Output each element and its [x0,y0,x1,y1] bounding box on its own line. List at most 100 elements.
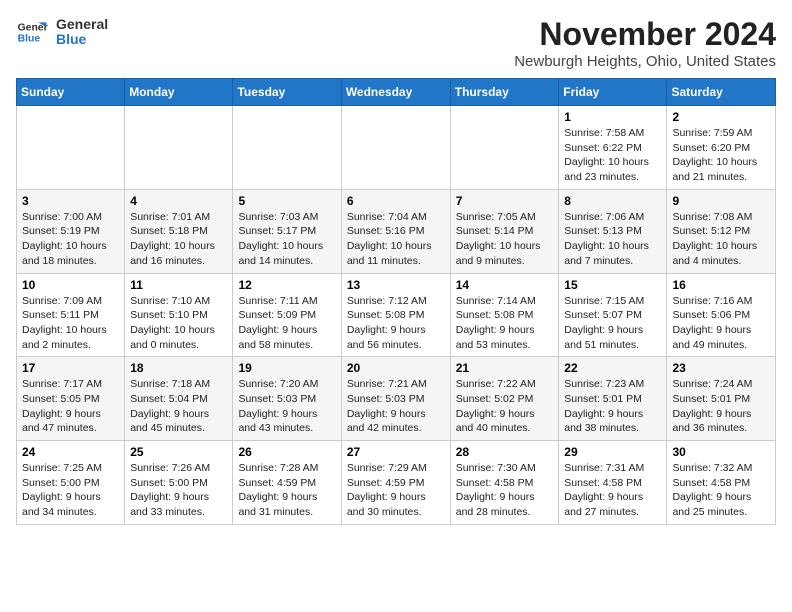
day-number: 21 [456,361,554,375]
day-number: 16 [672,278,770,292]
calendar-cell: 5Sunrise: 7:03 AM Sunset: 5:17 PM Daylig… [233,189,341,273]
day-number: 26 [238,445,335,459]
calendar-cell: 8Sunrise: 7:06 AM Sunset: 5:13 PM Daylig… [559,189,667,273]
day-info: Sunrise: 7:18 AM Sunset: 5:04 PM Dayligh… [130,377,227,436]
day-info: Sunrise: 7:23 AM Sunset: 5:01 PM Dayligh… [564,377,661,436]
logo-general: General [56,17,108,32]
day-number: 9 [672,194,770,208]
day-info: Sunrise: 7:01 AM Sunset: 5:18 PM Dayligh… [130,210,227,269]
calendar-cell: 27 Sunrise: 7:29 AM Sunset: 4:59 PM Dayli… [341,441,450,525]
calendar-cell [125,106,233,190]
calendar-cell: 15 Sunrise: 7:15 AM Sunset: 5:07 PM Dayli… [559,273,667,357]
calendar-cell: 2 Sunrise: 7:59 AM Sunset: 6:20 PM Daylig… [667,106,776,190]
day-info: Sunrise: 7:11 AM Sunset: 5:09 PM Dayligh… [238,294,335,353]
calendar-cell: 12Sunrise: 7:11 AM Sunset: 5:09 PM Dayli… [233,273,341,357]
page-header: General Blue General Blue November 2024 … [16,16,776,70]
day-info: Sunrise: 7:10 AM Sunset: 5:10 PM Dayligh… [130,294,227,353]
day-number: 10 [22,278,119,292]
day-header: Saturday [667,79,776,106]
calendar-cell [341,106,450,190]
day-header: Wednesday [341,79,450,106]
calendar-cell: 16 Sunrise: 7:16 AM Sunset: 5:06 PM Dayli… [667,273,776,357]
calendar-cell: 25Sunrise: 7:26 AM Sunset: 5:00 PM Dayli… [125,441,233,525]
calendar-cell: 7Sunrise: 7:05 AM Sunset: 5:14 PM Daylig… [450,189,559,273]
day-info: Sunrise: 7:32 AM Sunset: 4:58 PM Dayligh… [672,461,770,520]
calendar-week-row: 1Sunrise: 7:58 AM Sunset: 6:22 PM Daylig… [17,106,776,190]
day-info: Sunrise: 7:58 AM Sunset: 6:22 PM Dayligh… [564,126,661,185]
calendar-cell: 3Sunrise: 7:00 AM Sunset: 5:19 PM Daylig… [17,189,125,273]
day-info: Sunrise: 7:17 AM Sunset: 5:05 PM Dayligh… [22,377,119,436]
calendar-body: 1Sunrise: 7:58 AM Sunset: 6:22 PM Daylig… [17,106,776,525]
location: Newburgh Heights, Ohio, United States [514,53,776,70]
day-info: Sunrise: 7:04 AM Sunset: 5:16 PM Dayligh… [347,210,445,269]
day-number: 24 [22,445,119,459]
calendar-cell: 14 Sunrise: 7:14 AM Sunset: 5:08 PM Dayli… [450,273,559,357]
day-number: 8 [564,194,661,208]
day-number: 15 [564,278,661,292]
calendar-cell: 4 Sunrise: 7:01 AM Sunset: 5:18 PM Daylig… [125,189,233,273]
day-info: Sunrise: 7:29 AM Sunset: 4:59 PM Dayligh… [347,461,445,520]
calendar-cell: 1Sunrise: 7:58 AM Sunset: 6:22 PM Daylig… [559,106,667,190]
calendar-cell [17,106,125,190]
calendar-cell: 19 Sunrise: 7:20 AM Sunset: 5:03 PM Dayli… [233,357,341,441]
day-info: Sunrise: 7:20 AM Sunset: 5:03 PM Dayligh… [238,377,335,436]
day-number: 4 [130,194,227,208]
day-info: Sunrise: 7:26 AM Sunset: 5:00 PM Dayligh… [130,461,227,520]
day-info: Sunrise: 7:14 AM Sunset: 5:08 PM Dayligh… [456,294,554,353]
day-info: Sunrise: 7:15 AM Sunset: 5:07 PM Dayligh… [564,294,661,353]
calendar-cell: 10 Sunrise: 7:09 AM Sunset: 5:11 PM Dayli… [17,273,125,357]
day-header: Friday [559,79,667,106]
calendar-week-row: 17Sunrise: 7:17 AM Sunset: 5:05 PM Dayli… [17,357,776,441]
day-info: Sunrise: 7:59 AM Sunset: 6:20 PM Dayligh… [672,126,770,185]
calendar-cell: 13 Sunrise: 7:12 AM Sunset: 5:08 PM Dayli… [341,273,450,357]
day-number: 29 [564,445,661,459]
calendar-week-row: 10 Sunrise: 7:09 AM Sunset: 5:11 PM Dayli… [17,273,776,357]
day-number: 13 [347,278,445,292]
day-number: 14 [456,278,554,292]
day-info: Sunrise: 7:09 AM Sunset: 5:11 PM Dayligh… [22,294,119,353]
day-info: Sunrise: 7:05 AM Sunset: 5:14 PM Dayligh… [456,210,554,269]
calendar-cell [450,106,559,190]
calendar-header-row: SundayMondayTuesdayWednesdayThursdayFrid… [17,79,776,106]
day-number: 19 [238,361,335,375]
day-number: 2 [672,110,770,124]
day-info: Sunrise: 7:28 AM Sunset: 4:59 PM Dayligh… [238,461,335,520]
day-info: Sunrise: 7:24 AM Sunset: 5:01 PM Dayligh… [672,377,770,436]
day-number: 6 [347,194,445,208]
calendar: SundayMondayTuesdayWednesdayThursdayFrid… [16,78,776,525]
day-info: Sunrise: 7:22 AM Sunset: 5:02 PM Dayligh… [456,377,554,436]
calendar-cell: 18 Sunrise: 7:18 AM Sunset: 5:04 PM Dayli… [125,357,233,441]
logo-icon: General Blue [16,16,48,48]
calendar-cell: 28Sunrise: 7:30 AM Sunset: 4:58 PM Dayli… [450,441,559,525]
day-number: 18 [130,361,227,375]
day-number: 23 [672,361,770,375]
calendar-week-row: 3Sunrise: 7:00 AM Sunset: 5:19 PM Daylig… [17,189,776,273]
calendar-cell: 23 Sunrise: 7:24 AM Sunset: 5:01 PM Dayli… [667,357,776,441]
day-info: Sunrise: 7:25 AM Sunset: 5:00 PM Dayligh… [22,461,119,520]
calendar-cell: 26 Sunrise: 7:28 AM Sunset: 4:59 PM Dayli… [233,441,341,525]
day-info: Sunrise: 7:31 AM Sunset: 4:58 PM Dayligh… [564,461,661,520]
month-title: November 2024 [514,16,776,53]
day-number: 22 [564,361,661,375]
calendar-cell: 22 Sunrise: 7:23 AM Sunset: 5:01 PM Dayli… [559,357,667,441]
day-info: Sunrise: 7:08 AM Sunset: 5:12 PM Dayligh… [672,210,770,269]
day-info: Sunrise: 7:16 AM Sunset: 5:06 PM Dayligh… [672,294,770,353]
calendar-cell: 11 Sunrise: 7:10 AM Sunset: 5:10 PM Dayli… [125,273,233,357]
svg-text:Blue: Blue [18,34,41,45]
calendar-cell: 29 Sunrise: 7:31 AM Sunset: 4:58 PM Dayli… [559,441,667,525]
calendar-cell: 9 Sunrise: 7:08 AM Sunset: 5:12 PM Daylig… [667,189,776,273]
calendar-week-row: 24 Sunrise: 7:25 AM Sunset: 5:00 PM Dayli… [17,441,776,525]
title-block: November 2024 Newburgh Heights, Ohio, Un… [514,16,776,70]
calendar-cell: 21 Sunrise: 7:22 AM Sunset: 5:02 PM Dayli… [450,357,559,441]
day-number: 30 [672,445,770,459]
calendar-cell: 20Sunrise: 7:21 AM Sunset: 5:03 PM Dayli… [341,357,450,441]
day-number: 27 [347,445,445,459]
day-info: Sunrise: 7:21 AM Sunset: 5:03 PM Dayligh… [347,377,445,436]
day-info: Sunrise: 7:12 AM Sunset: 5:08 PM Dayligh… [347,294,445,353]
day-header: Thursday [450,79,559,106]
calendar-cell: 17Sunrise: 7:17 AM Sunset: 5:05 PM Dayli… [17,357,125,441]
logo-blue: Blue [56,32,108,47]
day-header: Sunday [17,79,125,106]
day-number: 5 [238,194,335,208]
day-number: 11 [130,278,227,292]
